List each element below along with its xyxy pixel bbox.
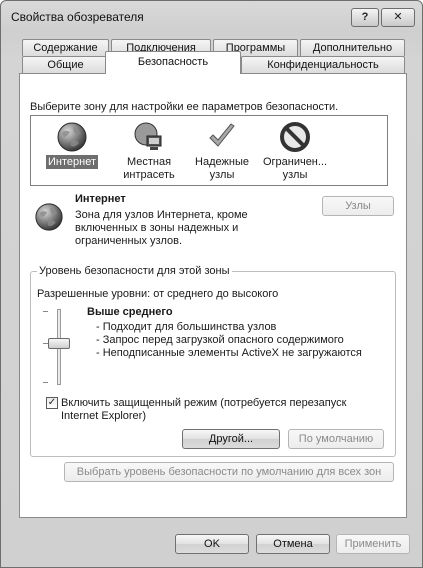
zone-list: Интернет Местная интрасеть Надежные узлы… xyxy=(30,115,388,186)
apply-button[interactable]: Применить xyxy=(336,534,410,554)
zone-info-title: Интернет xyxy=(75,193,126,205)
zone-trusted-label: Надежные узлы xyxy=(195,156,249,181)
zone-local-intranet[interactable]: Местная интрасеть xyxy=(113,116,185,186)
allowed-levels-text: Разрешенные уровни: от среднего до высок… xyxy=(37,288,279,300)
title-bar[interactable]: Свойства обозревателя ? ✕ xyxy=(1,1,422,31)
custom-level-button[interactable]: Другой... xyxy=(182,429,280,449)
zone-prompt: Выберите зону для настройки ее параметро… xyxy=(30,101,339,113)
tab-privacy[interactable]: Конфиденциальность xyxy=(241,56,405,73)
security-level-group-title: Уровень безопасности для этой зоны xyxy=(37,265,232,277)
tab-general[interactable]: Общие xyxy=(22,56,109,73)
no-entry-icon xyxy=(280,122,310,152)
tab-content[interactable]: Содержание xyxy=(22,39,109,56)
close-button[interactable]: ✕ xyxy=(381,8,415,27)
help-button[interactable]: ? xyxy=(351,8,379,27)
level-detail-line: - Запрос перед загрузкой опасного содерж… xyxy=(96,334,344,346)
zone-restricted-label: Ограничен... узлы xyxy=(262,156,328,181)
reset-all-zones-button[interactable]: Выбрать уровень безопасности по умолчани… xyxy=(64,462,394,482)
zone-restricted-sites[interactable]: Ограничен... узлы xyxy=(259,116,331,186)
globe-icon xyxy=(57,122,87,152)
internet-options-dialog: Свойства обозревателя ? ✕ Содержание Под… xyxy=(0,0,423,568)
zone-internet-label: Интернет xyxy=(46,155,98,169)
level-detail-line: - Подходит для большинства узлов xyxy=(96,321,277,333)
checkmark-icon xyxy=(209,123,235,147)
tab-advanced[interactable]: Дополнительно xyxy=(300,39,405,56)
security-level-slider-thumb[interactable] xyxy=(48,338,70,349)
slider-tick xyxy=(43,382,48,383)
globe-icon xyxy=(35,203,63,231)
zone-internet[interactable]: Интернет xyxy=(36,116,108,186)
cancel-button[interactable]: Отмена xyxy=(256,534,330,554)
protected-mode-checkbox[interactable]: ✓ xyxy=(46,397,58,409)
slider-tick xyxy=(43,311,48,312)
protected-mode-label: Включить защищенный режим (потребуется п… xyxy=(61,397,347,422)
default-level-button[interactable]: По умолчанию xyxy=(288,429,384,449)
security-level-name: Выше среднего xyxy=(87,306,173,318)
security-level-details: - Подходит для большинства узлов - Запро… xyxy=(96,321,362,360)
window-title: Свойства обозревателя xyxy=(11,10,144,24)
zone-info-description: Зона для узлов Интернета, кроме включенн… xyxy=(75,209,248,247)
tab-security[interactable]: Безопасность xyxy=(105,51,241,74)
level-detail-line: - Неподписанные элементы ActiveX не загр… xyxy=(96,347,362,359)
ok-button[interactable]: OK xyxy=(175,534,249,554)
sites-button[interactable]: Узлы xyxy=(322,196,394,216)
zone-intranet-label: Местная интрасеть xyxy=(123,156,175,181)
intranet-icon xyxy=(134,122,162,150)
zone-trusted-sites[interactable]: Надежные узлы xyxy=(186,116,258,186)
